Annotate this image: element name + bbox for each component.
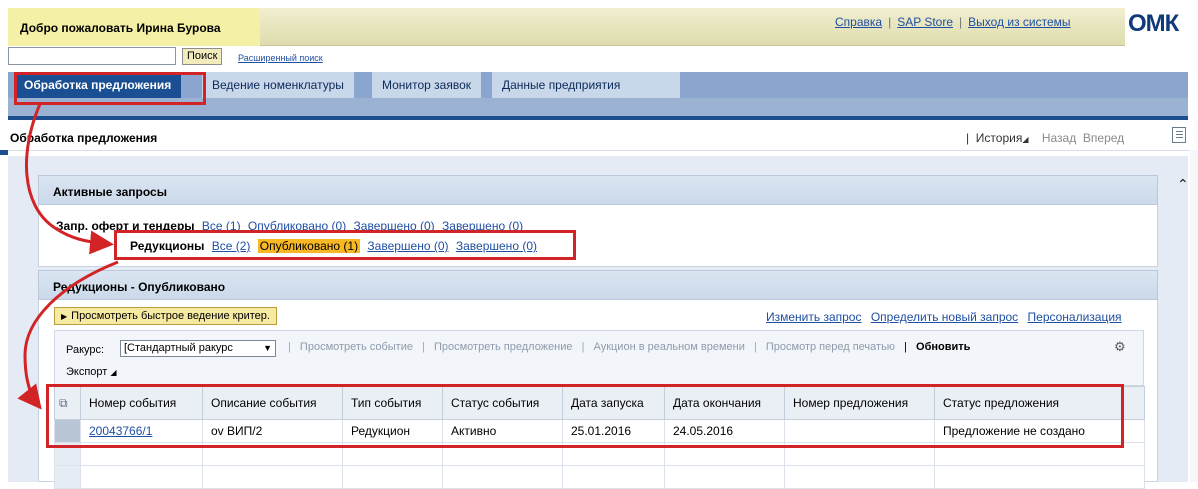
annotation-arrows (17, 103, 119, 410)
annotation-arrow (17, 260, 119, 410)
annotation-arrow (25, 103, 114, 255)
